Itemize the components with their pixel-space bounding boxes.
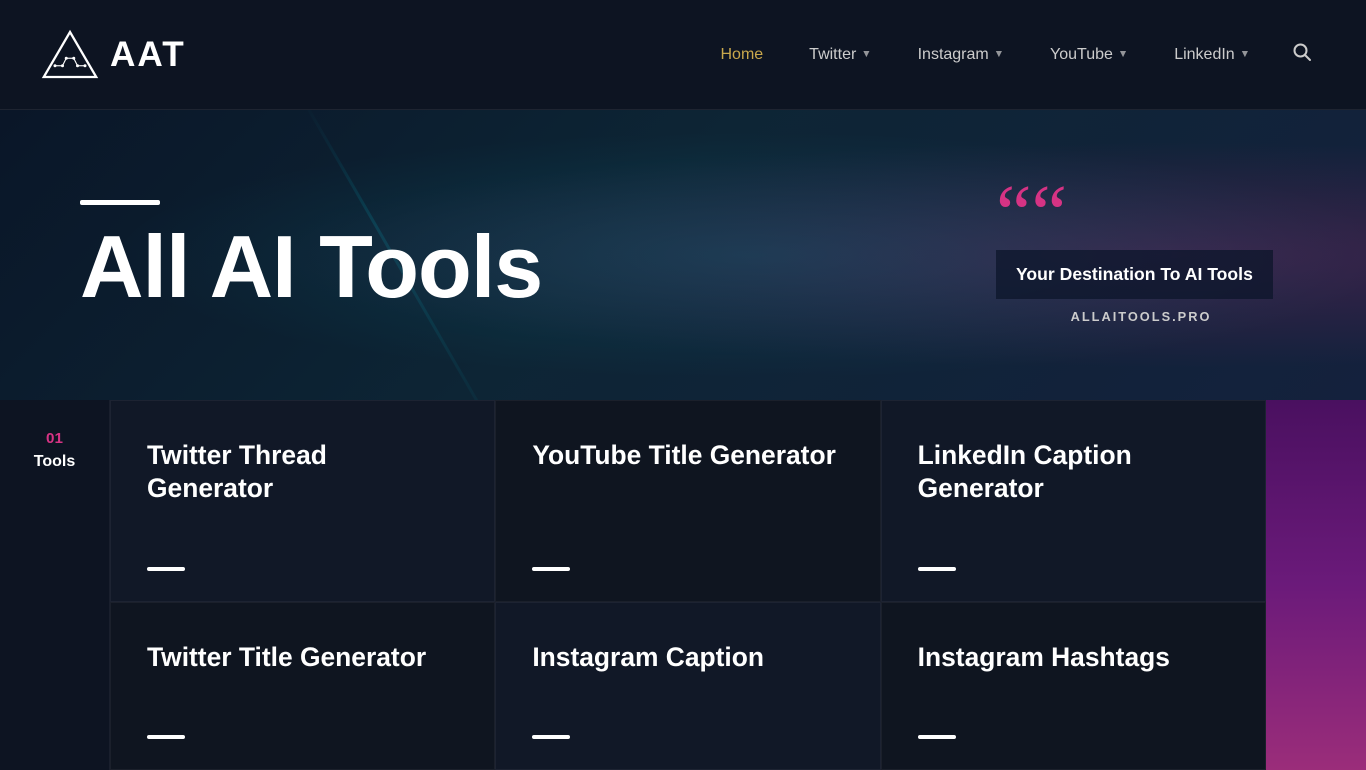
logo-icon: [40, 27, 100, 82]
tool-card-line: [147, 735, 185, 739]
nav-item-twitter[interactable]: Twitter ▼: [791, 38, 889, 72]
hero-section: All AI Tools ““ Your Destination To AI T…: [0, 110, 1366, 400]
sidebar-label: Tools: [34, 453, 75, 471]
nav-label-twitter: Twitter: [809, 46, 856, 64]
tools-grid: Twitter Thread Generator YouTube Title G…: [110, 400, 1266, 770]
tool-card-line: [532, 735, 570, 739]
search-icon: [1292, 42, 1312, 62]
tool-card-title: Twitter Thread Generator: [147, 439, 458, 545]
chevron-down-icon: ▼: [1240, 49, 1250, 60]
nav-item-linkedin[interactable]: LinkedIn ▼: [1156, 38, 1268, 72]
content-sidebar: 01 Tools: [0, 400, 110, 770]
chevron-down-icon: ▼: [861, 49, 871, 60]
tool-card-title: YouTube Title Generator: [532, 439, 843, 545]
main-nav: Home Twitter ▼ Instagram ▼ YouTube ▼ Lin…: [702, 34, 1326, 75]
nav-label-linkedin: LinkedIn: [1174, 46, 1235, 64]
tool-card-title: Instagram Caption: [532, 641, 843, 714]
tool-card-title: Twitter Title Generator: [147, 641, 458, 714]
quote-marks: ““: [996, 186, 1286, 242]
logo-link[interactable]: AAT: [40, 27, 186, 82]
content-area: 01 Tools Twitter Thread Generator YouTub…: [0, 400, 1366, 770]
tool-card-twitter-title[interactable]: Twitter Title Generator: [110, 602, 495, 770]
nav-label-youtube: YouTube: [1050, 46, 1113, 64]
tool-card-title: LinkedIn Caption Generator: [918, 439, 1229, 545]
sidebar-number: 01: [46, 430, 63, 447]
tool-card-line: [918, 567, 956, 571]
tool-card-youtube-title[interactable]: YouTube Title Generator: [495, 400, 880, 602]
nav-item-instagram[interactable]: Instagram ▼: [900, 38, 1022, 72]
quote-domain: ALLAITOOLS.PRO: [996, 309, 1286, 324]
tool-card-instagram-hashtags[interactable]: Instagram Hashtags: [881, 602, 1266, 770]
tool-card-title: Instagram Hashtags: [918, 641, 1229, 714]
chevron-down-icon: ▼: [1118, 49, 1128, 60]
chevron-down-icon: ▼: [994, 49, 1004, 60]
right-panel-decoration: [1266, 400, 1366, 770]
hero-line-decoration: [80, 200, 160, 205]
nav-item-youtube[interactable]: YouTube ▼: [1032, 38, 1146, 72]
quote-card: ““ Your Destination To AI Tools ALLAITOO…: [996, 186, 1286, 324]
tool-card-twitter-thread[interactable]: Twitter Thread Generator: [110, 400, 495, 602]
tool-card-line: [147, 567, 185, 571]
tool-card-linkedin-caption[interactable]: LinkedIn Caption Generator: [881, 400, 1266, 602]
nav-item-home[interactable]: Home: [702, 38, 781, 72]
tool-card-instagram-caption[interactable]: Instagram Caption: [495, 602, 880, 770]
logo-text: AAT: [110, 35, 186, 75]
quote-text: Your Destination To AI Tools: [996, 250, 1273, 299]
tool-card-line: [918, 735, 956, 739]
tool-card-line: [532, 567, 570, 571]
nav-label-instagram: Instagram: [918, 46, 989, 64]
search-button[interactable]: [1278, 34, 1326, 75]
nav-label-home: Home: [720, 46, 763, 64]
site-header: AAT Home Twitter ▼ Instagram ▼ YouTube ▼…: [0, 0, 1366, 110]
